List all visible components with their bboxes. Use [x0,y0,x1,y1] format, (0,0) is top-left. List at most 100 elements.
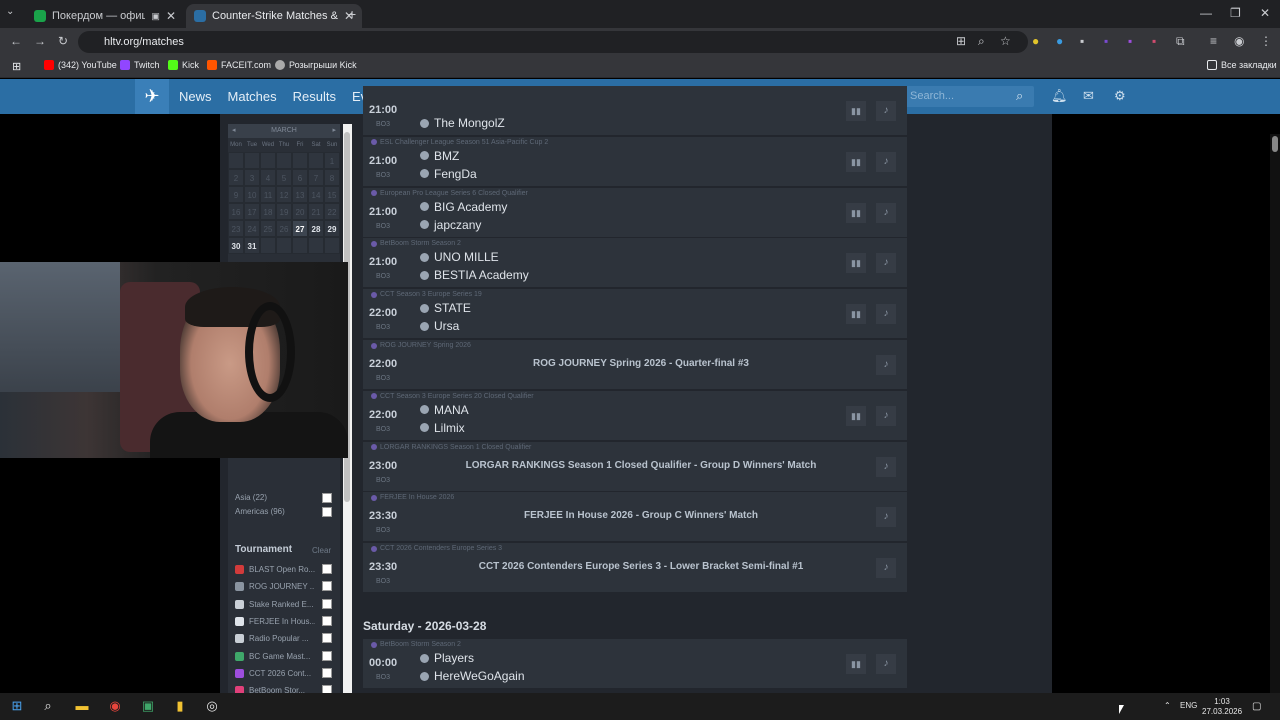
match-row[interactable]: LORGAR RANKINGS Season 1 Closed Qualifie… [363,441,907,492]
notifications-bell-icon[interactable]: 🔔︎ [1051,88,1068,104]
settings-gear-icon[interactable]: ⚙ [1114,88,1126,104]
calendar-day[interactable]: 15 [324,186,340,203]
tournament-checkbox[interactable] [322,667,332,678]
media-control-icon[interactable]: ≡ [1210,34,1217,48]
address-bar[interactable]: hltv.org/matches [78,31,1028,53]
calendar-day[interactable]: 13 [292,186,308,203]
notifications-icon[interactable]: ▢ [1252,701,1261,712]
calendar-day[interactable]: 27 [292,220,308,237]
nav-matches[interactable]: Matches [228,89,277,104]
calendar-day[interactable]: 23 [228,220,244,237]
zoom-icon[interactable]: ⌕ [978,34,985,49]
calendar-day[interactable]: 25 [260,220,276,237]
calendar-day[interactable]: 24 [244,220,260,237]
bookmark-twitch[interactable]: Twitch [120,60,160,70]
match-stats-icon[interactable]: ▮▮ [846,405,866,426]
calendar-day[interactable]: 14 [308,186,324,203]
forward-icon[interactable]: → [34,34,46,48]
calendar-day[interactable]: 17 [244,203,260,220]
restore-icon[interactable]: ❐ [1230,6,1241,20]
search-input[interactable]: Search... [904,86,1034,107]
match-row[interactable]: ESL Challenger League Season 51 Asia-Pac… [363,136,907,187]
extension-icon[interactable]: ● [1032,34,1039,48]
match-row[interactable]: FERJEE In House 2026 23:30 BO3 FERJEE In Ho… [363,492,907,543]
calendar-day[interactable]: 16 [228,203,244,220]
close-window-icon[interactable]: ✕ [1260,6,1270,20]
menu-icon[interactable]: ⋮ [1260,34,1272,48]
messages-icon[interactable]: ✉ [1083,88,1094,104]
nav-news[interactable]: News [179,89,212,104]
tournament-checkbox[interactable] [322,581,332,592]
calendar-prev-icon[interactable]: ◂ [232,124,236,138]
match-notify-bell-icon[interactable]: ♪ [876,304,896,325]
calendar-day[interactable]: 18 [260,203,276,220]
calendar-day[interactable]: 2 [228,169,244,186]
extension-icon[interactable]: ▪ [1152,34,1156,48]
calendar-day[interactable]: 12 [276,186,292,203]
region-checkbox-americas[interactable] [322,507,332,517]
match-row[interactable]: ROG JOURNEY Spring 2026 22:00 BO3 ROG JOURN… [363,340,907,390]
extension-icon[interactable]: ▪ [1128,34,1132,48]
region-checkbox-asia[interactable] [322,493,332,503]
calendar-day[interactable]: 31 [244,237,260,254]
extension-icon[interactable]: ● [1056,34,1063,48]
search-icon[interactable]: ⌕ [40,698,56,714]
match-notify-bell-icon[interactable]: ♪ [876,101,896,121]
calendar-day[interactable]: 20 [292,203,308,220]
match-row[interactable]: CCT 2026 Contenders Europe Series 3 23:30… [363,543,907,594]
tournament-checkbox[interactable] [322,633,332,644]
calendar-day[interactable]: 9 [228,186,244,203]
calendar-day[interactable]: 22 [324,203,340,220]
match-notify-bell-icon[interactable]: ♪ [876,558,896,579]
tab-list-button[interactable]: ⌄ [6,6,14,17]
calendar-day[interactable]: 1 [324,152,340,169]
windows-start-icon[interactable]: ⊞ [9,698,25,714]
extensions-puzzle-icon[interactable]: ⧉ [1176,34,1185,49]
tournament-checkbox[interactable] [322,650,332,661]
calendar-day[interactable]: 5 [276,169,292,186]
match-notify-bell-icon[interactable]: ♪ [876,151,896,172]
page-scrollbar[interactable] [1270,134,1280,693]
tab-hltv[interactable]: Counter-Strike Matches & lives ✕ [186,4,362,28]
calendar-day[interactable]: 4 [260,169,276,186]
match-notify-bell-icon[interactable]: ♪ [876,654,896,674]
calendar-day[interactable]: 8 [324,169,340,186]
scrollbar-thumb[interactable] [1272,136,1278,152]
calendar-day[interactable]: 26 [276,220,292,237]
calendar-day[interactable]: 7 [308,169,324,186]
bookmark-youtube[interactable]: (342) YouTube [44,60,117,70]
tournament-clear-link[interactable]: Clear [312,546,331,555]
match-stats-icon[interactable]: ▮▮ [846,253,866,274]
tournament-checkbox[interactable] [322,598,332,609]
calendar-day[interactable]: 30 [228,237,244,254]
translate-icon[interactable]: ⊞ [956,34,966,48]
minimize-icon[interactable]: — [1200,6,1212,20]
calendar-day[interactable]: 29 [324,220,340,237]
all-bookmarks[interactable]: Все закладки [1207,60,1277,70]
calendar-next-icon[interactable]: ▸ [332,124,336,138]
match-notify-bell-icon[interactable]: ♪ [876,202,896,223]
match-row[interactable]: BetBoom Storm Season 2 21:00 BO3 UNO MILLE B… [363,238,907,289]
tournament-checkbox[interactable] [322,685,332,693]
match-row[interactable]: 21:00 BO3 The MongolZ ▮▮ ♪ [363,86,907,136]
extension-icon[interactable]: ▪ [1080,34,1084,48]
back-icon[interactable]: ← [10,34,22,48]
match-stats-icon[interactable]: ▮▮ [846,304,866,325]
tray-chevron-icon[interactable]: ⌃ [1164,701,1171,710]
calendar-day[interactable]: 3 [244,169,260,186]
match-row[interactable]: CCT Season 3 Europe Series 20 Closed Qua… [363,390,907,441]
bookmark-star-icon[interactable]: ☆ [1000,34,1011,48]
match-notify-bell-icon[interactable]: ♪ [876,355,896,375]
profile-avatar-icon[interactable]: ◉ [1234,34,1244,48]
calendar-day[interactable]: 10 [244,186,260,203]
calendar-day[interactable]: 19 [276,203,292,220]
close-tab-icon[interactable]: ✕ [166,9,176,23]
match-notify-bell-icon[interactable]: ♪ [876,507,896,528]
match-notify-bell-icon[interactable]: ♪ [876,253,896,274]
tournament-checkbox[interactable] [322,564,332,574]
nav-results[interactable]: Results [293,89,336,104]
tab-pokerdom[interactable]: Покердом — официальный ▣ ✕ [26,4,184,28]
obs-icon[interactable]: ◎ [204,698,220,714]
hltv-logo[interactable]: ✈ [135,79,169,114]
taskbar-clock[interactable]: 1:03 27.03.2026 [1202,697,1242,717]
